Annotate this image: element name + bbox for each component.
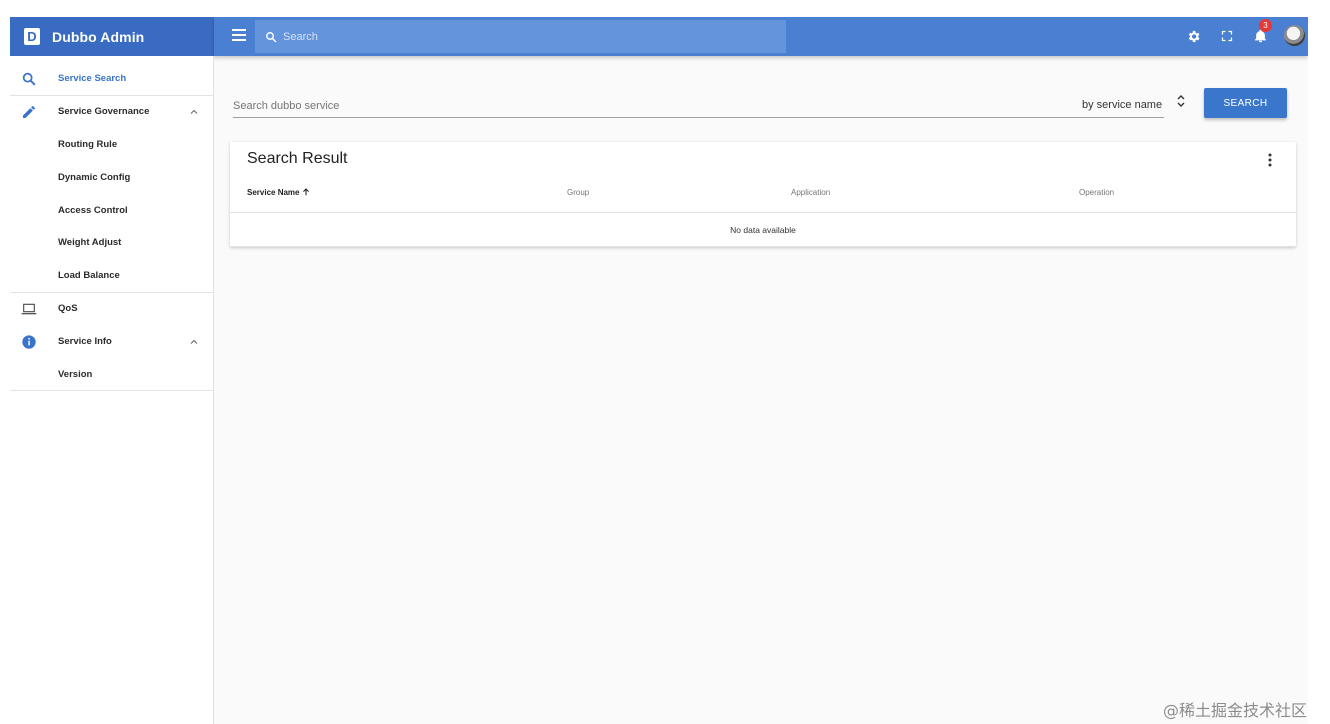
sidebar-item-label: Load Balance: [58, 270, 120, 281]
sidebar-item-label: Service Search: [58, 73, 127, 84]
search-icon: [22, 72, 36, 86]
app-window: D Dubbo Admin 3 Service Search: [10, 17, 1308, 724]
search-result-card: Search Result Service Name Group Applica…: [230, 142, 1296, 247]
logo-bar: D Dubbo Admin: [10, 17, 214, 56]
sidebar-item-dynamic-config[interactable]: Dynamic Config: [10, 161, 213, 194]
column-header-operation[interactable]: Operation: [1079, 188, 1114, 197]
search-by-value: by service name: [1082, 99, 1163, 111]
main-content: by service name SEARCH Search Result Ser…: [214, 56, 1308, 724]
sidebar-item-qos[interactable]: QoS: [10, 292, 213, 325]
more-vert-icon[interactable]: [1264, 152, 1276, 168]
global-search-box[interactable]: [255, 20, 786, 53]
table-bottom-divider: [230, 246, 1296, 247]
dubbo-logo-icon: D: [24, 28, 40, 45]
notification-count-badge: 3: [1259, 19, 1272, 32]
app-title: Dubbo Admin: [52, 28, 145, 45]
fullscreen-icon[interactable]: [1217, 26, 1237, 46]
sidebar-item-label: Service Governance: [58, 106, 150, 117]
sidebar: Service Search Service Governance Routin…: [10, 56, 214, 724]
watermark-text: @稀土掘金技术社区: [1163, 701, 1308, 720]
select-arrows-icon: [1177, 95, 1185, 107]
sidebar-item-service-info[interactable]: Service Info: [10, 325, 213, 358]
sidebar-item-label: Service Info: [58, 336, 112, 347]
hamburger-menu-icon[interactable]: [232, 29, 246, 43]
sidebar-item-service-governance[interactable]: Service Governance: [10, 95, 213, 128]
sidebar-item-load-balance[interactable]: Load Balance: [10, 259, 213, 292]
info-icon: [22, 335, 36, 349]
sidebar-item-label: Dynamic Config: [58, 172, 131, 183]
top-toolbar: 3: [214, 17, 1308, 56]
sidebar-item-label: Weight Adjust: [58, 237, 122, 248]
empty-table-message: No data available: [730, 225, 796, 235]
service-search-field[interactable]: [233, 98, 1164, 118]
notifications-bell-icon[interactable]: 3: [1250, 19, 1272, 46]
arrow-up-icon: [302, 188, 309, 196]
column-header-service-name[interactable]: Service Name: [247, 188, 310, 197]
chevron-up-icon[interactable]: [188, 106, 200, 118]
sidebar-item-label: Routing Rule: [58, 139, 118, 150]
service-search-input[interactable]: [233, 100, 1033, 112]
sidebar-item-label: Version: [58, 369, 93, 380]
search-icon: [266, 31, 277, 42]
column-header-group[interactable]: Group: [567, 188, 589, 197]
column-header-application[interactable]: Application: [791, 188, 830, 197]
sidebar-item-version[interactable]: Version: [10, 358, 213, 391]
search-result-title: Search Result: [247, 150, 348, 167]
sidebar-item-label: Access Control: [58, 205, 128, 216]
chevron-up-icon[interactable]: [188, 336, 200, 348]
search-by-select[interactable]: by service name: [1082, 95, 1185, 111]
sidebar-item-service-search[interactable]: Service Search: [10, 62, 213, 95]
laptop-icon: [21, 303, 37, 315]
sidebar-item-label: QoS: [58, 303, 78, 314]
sidebar-divider: [10, 390, 213, 391]
pencil-icon: [23, 105, 35, 118]
global-search-input[interactable]: [283, 30, 763, 43]
settings-gear-icon[interactable]: [1183, 26, 1203, 46]
column-header-label: Service Name: [247, 188, 300, 197]
sidebar-item-routing-rule[interactable]: Routing Rule: [10, 128, 213, 161]
sidebar-item-weight-adjust[interactable]: Weight Adjust: [10, 226, 213, 259]
table-header-divider: [230, 212, 1296, 213]
user-avatar[interactable]: [1284, 25, 1305, 46]
sidebar-item-access-control[interactable]: Access Control: [10, 194, 213, 227]
search-button[interactable]: SEARCH: [1204, 88, 1287, 118]
